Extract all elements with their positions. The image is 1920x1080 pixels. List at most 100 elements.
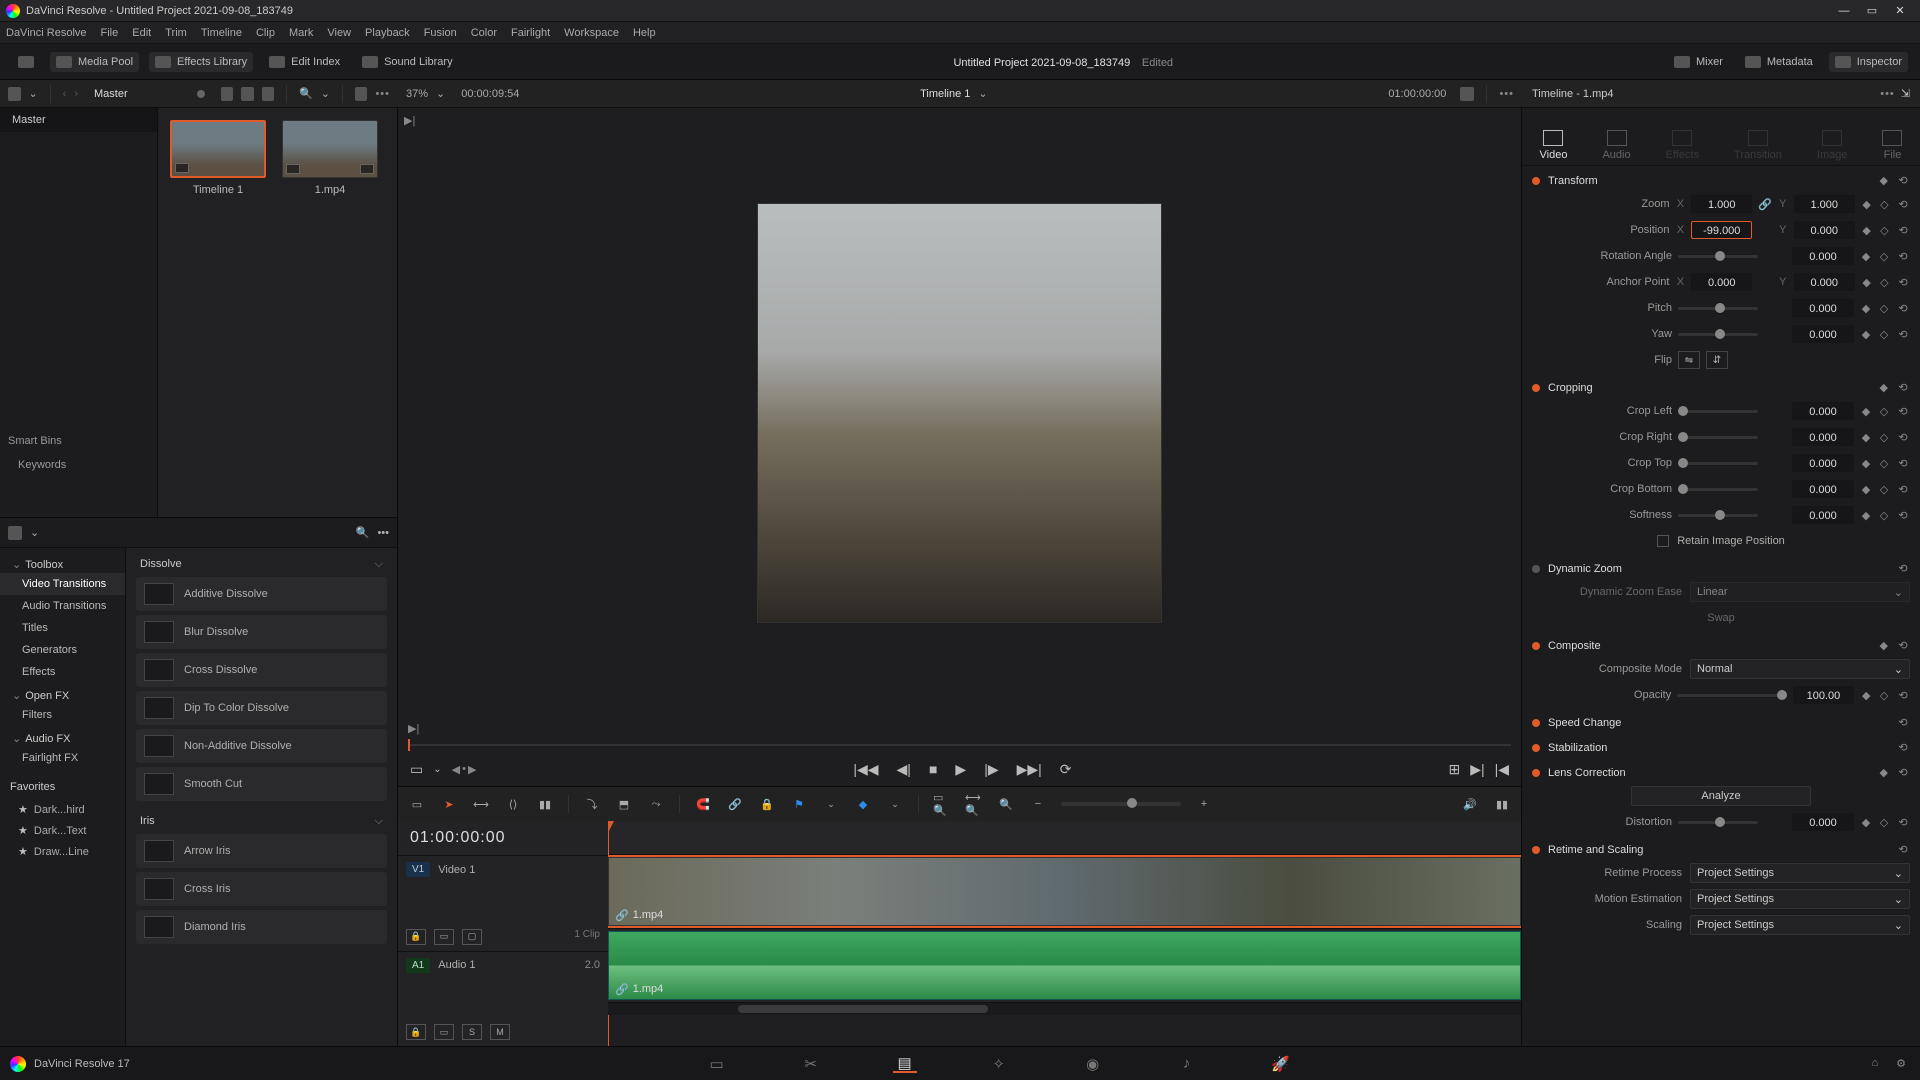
timeline-viewer[interactable]: ▶| — [398, 108, 1521, 718]
metadata-toggle[interactable]: Metadata — [1739, 52, 1819, 72]
softness-slider[interactable] — [1678, 514, 1758, 517]
menu-playback[interactable]: Playback — [365, 27, 410, 39]
video-track-1[interactable]: 🔗1.mp4 — [608, 855, 1521, 929]
speed-section[interactable]: Speed Change⟲ — [1532, 708, 1910, 733]
media-page-button[interactable]: ▭ — [705, 1055, 729, 1073]
flag-icon[interactable]: ⚑ — [790, 796, 808, 812]
clip-timeline1[interactable]: Timeline 1 — [170, 120, 266, 196]
pin-icon[interactable]: ⇲ — [1901, 87, 1910, 100]
effects-library-toggle[interactable]: Effects Library — [149, 52, 253, 72]
titles-item[interactable]: Titles — [0, 617, 125, 639]
more-options-icon[interactable]: ••• — [375, 88, 390, 100]
fx-additive-dissolve[interactable]: Additive Dissolve — [136, 577, 387, 611]
nav-back-icon[interactable]: ‹ — [63, 88, 67, 100]
tab-image[interactable]: Image — [1817, 130, 1848, 161]
prev-edit-icon[interactable]: |◀ — [1495, 761, 1509, 778]
lens-section[interactable]: Lens Correction◆⟲ — [1532, 758, 1910, 783]
reset-icon[interactable]: ⟲ — [1896, 198, 1910, 211]
retime-section[interactable]: Retime and Scaling⟲ — [1532, 835, 1910, 860]
stop-button[interactable]: ■ — [929, 761, 937, 778]
edit-page-button[interactable]: ▤ — [893, 1055, 917, 1073]
audio-clip[interactable]: 🔗1.mp4 — [608, 931, 1521, 1000]
fx-search-icon[interactable]: 🔍 — [356, 526, 370, 539]
home-button[interactable]: ⌂ — [1871, 1057, 1878, 1070]
viewer-scrubber[interactable] — [398, 738, 1521, 752]
fx-smooth-cut[interactable]: Smooth Cut — [136, 767, 387, 801]
crop-left-slider[interactable] — [1678, 410, 1758, 413]
generators-item[interactable]: Generators — [0, 639, 125, 661]
maximize-button[interactable]: ▭ — [1858, 4, 1886, 17]
go-to-next-icon-2[interactable]: ▶| — [408, 722, 419, 735]
menu-davinci[interactable]: DaVinci Resolve — [6, 27, 87, 39]
grid-view-icon[interactable] — [241, 87, 254, 101]
video-transitions-item[interactable]: Video Transitions — [0, 573, 125, 595]
lock-track-button[interactable]: 🔒 — [406, 1024, 426, 1040]
tab-audio[interactable]: Audio — [1602, 130, 1630, 161]
cropping-section[interactable]: Cropping◆⟲ — [1532, 373, 1910, 398]
zoom-y-field[interactable]: 1.000 — [1794, 195, 1855, 213]
timeline-timecode[interactable]: 01:00:00:00 — [398, 821, 608, 855]
viewer-options-icon[interactable]: ••• — [1499, 88, 1514, 100]
thumb-view-icon[interactable] — [221, 87, 234, 101]
tab-video[interactable]: Video — [1540, 130, 1568, 161]
yaw-slider[interactable] — [1678, 333, 1758, 336]
flag-chevron-icon[interactable]: ⌄ — [822, 796, 840, 812]
openfx-group[interactable]: ⌄Open FX — [0, 683, 125, 704]
crop-bottom-field[interactable]: 0.000 — [1792, 480, 1854, 498]
fairlight-fx-item[interactable]: Fairlight FX — [0, 747, 125, 769]
media-pool-toggle[interactable]: Media Pool — [50, 52, 139, 72]
video-track-header[interactable]: V1Video 1 🔒▭▢1 Clip — [398, 855, 608, 951]
fx-blur-dissolve[interactable]: Blur Dissolve — [136, 615, 387, 649]
play-button[interactable]: ▶ — [955, 761, 966, 778]
timeline-chevron-icon[interactable]: ⌄ — [978, 87, 987, 100]
crop-left-field[interactable]: 0.000 — [1792, 402, 1854, 420]
playhead-icon[interactable] — [408, 739, 410, 751]
toolbox-group[interactable]: ⌄Toolbox — [0, 552, 125, 573]
audio-track-1[interactable]: 🔗1.mp4 — [608, 929, 1521, 1003]
opacity-slider[interactable] — [1677, 694, 1786, 697]
reset-icon[interactable]: ⟲ — [1896, 174, 1910, 187]
audiofx-group[interactable]: ⌄Audio FX — [0, 726, 125, 747]
a1-tag[interactable]: A1 — [406, 958, 430, 973]
breadcrumb-master[interactable]: Master — [94, 88, 128, 100]
opacity-field[interactable]: 100.00 — [1793, 686, 1855, 704]
retain-position-checkbox[interactable] — [1657, 535, 1669, 547]
yaw-field[interactable]: 0.000 — [1792, 325, 1854, 343]
menu-color[interactable]: Color — [471, 27, 497, 39]
menu-clip[interactable]: Clip — [256, 27, 275, 39]
overwrite-clip-icon[interactable]: ⬒ — [615, 796, 633, 812]
fairlight-page-button[interactable]: ♪ — [1175, 1055, 1199, 1073]
menu-fusion[interactable]: Fusion — [424, 27, 457, 39]
anchor-y-field[interactable]: 0.000 — [1794, 273, 1855, 291]
fx-non-additive[interactable]: Non-Additive Dissolve — [136, 729, 387, 763]
tab-file[interactable]: File — [1882, 130, 1902, 161]
zoom-out-icon[interactable]: − — [1029, 796, 1047, 812]
menu-mark[interactable]: Mark — [289, 27, 313, 39]
selection-mode-icon[interactable]: ▭ — [410, 761, 423, 778]
sound-library-toggle[interactable]: Sound Library — [356, 52, 459, 72]
zoom-chevron-icon[interactable]: ⌄ — [436, 87, 445, 100]
audio-track-header[interactable]: A1Audio 12.0 🔒▭SM — [398, 951, 608, 1047]
solo-button[interactable]: S — [462, 1024, 482, 1040]
pitch-field[interactable]: 0.000 — [1792, 299, 1854, 317]
timeline-name[interactable]: Timeline 1 — [920, 88, 970, 100]
last-frame-button[interactable]: ▶▶| — [1017, 761, 1042, 778]
menu-view[interactable]: View — [327, 27, 351, 39]
audio-transitions-item[interactable]: Audio Transitions — [0, 595, 125, 617]
close-button[interactable]: ✕ — [1886, 4, 1914, 17]
meters-icon[interactable]: ▮▮ — [1493, 796, 1511, 812]
auto-select-button[interactable]: ▭ — [434, 1024, 454, 1040]
dz-ease-dropdown[interactable]: Linear⌄ — [1690, 582, 1910, 602]
dynamic-zoom-section[interactable]: Dynamic Zoom⟲ — [1532, 554, 1910, 579]
link-icon[interactable]: 🔗 — [726, 796, 744, 812]
composite-section[interactable]: Composite◆⟲ — [1532, 631, 1910, 656]
fullscreen-viewer-button[interactable] — [12, 52, 40, 72]
composite-mode-dropdown[interactable]: Normal⌄ — [1690, 659, 1910, 679]
fx-cross-dissolve[interactable]: Cross Dissolve — [136, 653, 387, 687]
record-timecode[interactable]: 01:00:00:00 — [1388, 88, 1446, 100]
menu-file[interactable]: File — [101, 27, 119, 39]
source-timecode[interactable]: 00:00:09:54 — [461, 88, 519, 100]
menu-workspace[interactable]: Workspace — [564, 27, 619, 39]
fx-chevron-icon[interactable]: ⌄ — [30, 526, 39, 539]
favorite-item[interactable]: ★Dark...hird — [0, 799, 125, 820]
